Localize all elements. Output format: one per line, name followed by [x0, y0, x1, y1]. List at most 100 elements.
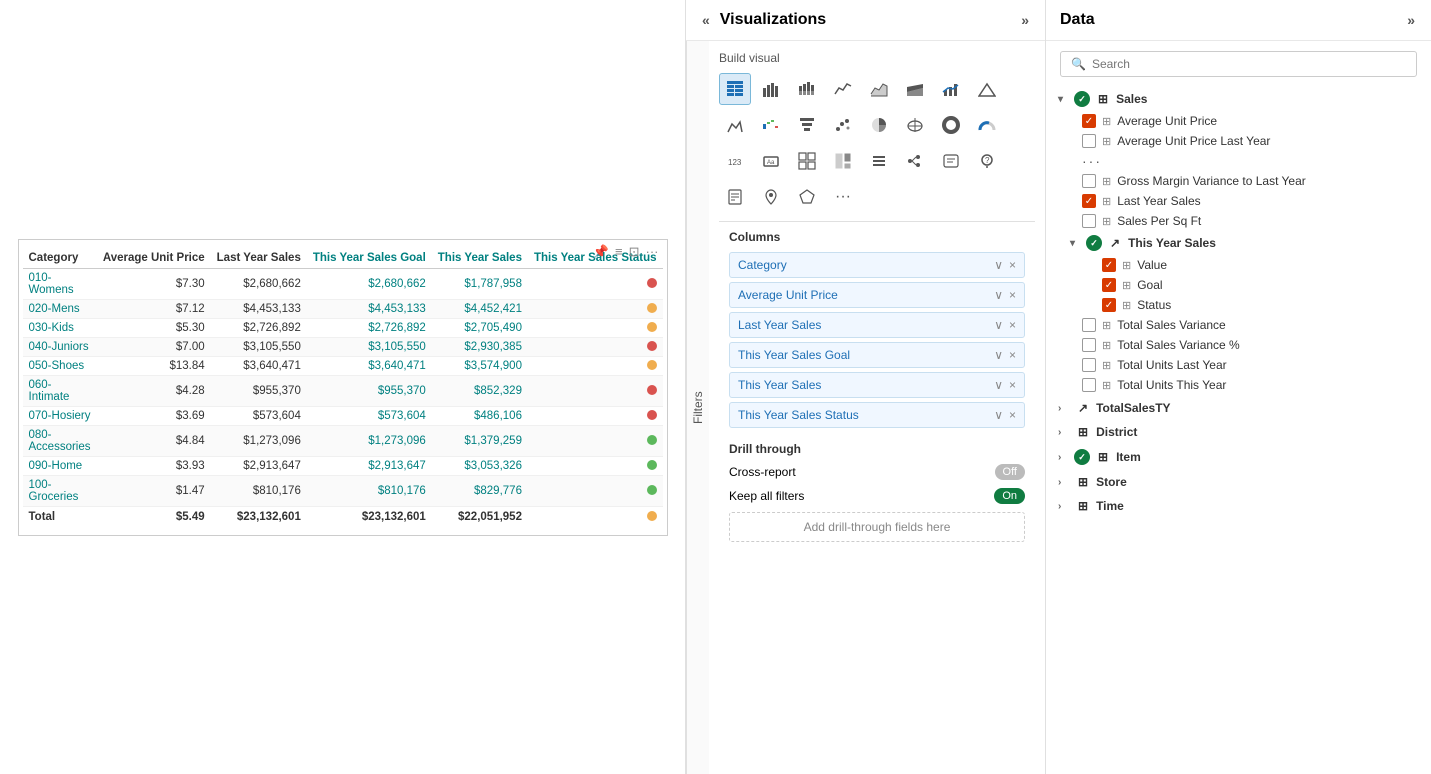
pin-icon[interactable]: 📌 [593, 244, 609, 260]
tree-item-avg-unit-price[interactable]: ✓ ⊞ Average Unit Price [1054, 111, 1423, 131]
chevron-down-icon[interactable]: ∨ [994, 378, 1003, 392]
funnel-icon[interactable] [791, 109, 823, 141]
district-header[interactable]: › ⊞ District [1054, 421, 1423, 443]
total-units-ty-checkbox[interactable] [1082, 378, 1096, 392]
goal-label: Goal [1137, 278, 1162, 292]
tree-item-status[interactable]: ✓ ⊞ Status [1054, 295, 1423, 315]
avg-unit-price-checkbox[interactable]: ✓ [1082, 114, 1096, 128]
store-header[interactable]: › ⊞ Store [1054, 471, 1423, 493]
field-pill[interactable]: This Year Sales Status ∨ × [729, 402, 1025, 428]
tree-item-goal[interactable]: ✓ ⊞ Goal [1054, 275, 1423, 295]
viz-collapse-arrow[interactable]: « [700, 10, 712, 30]
time-header[interactable]: › ⊞ Time [1054, 495, 1423, 517]
totalsalesty-trend-icon: ↗ [1078, 401, 1088, 415]
close-icon[interactable]: × [1009, 258, 1016, 272]
map-icon[interactable] [899, 109, 931, 141]
total-units-ty-label: Total Units This Year [1117, 378, 1226, 392]
tree-item-gross-margin[interactable]: ⊞ Gross Margin Variance to Last Year [1054, 171, 1423, 191]
total-sales-variance-pct-checkbox[interactable] [1082, 338, 1096, 352]
close-icon[interactable]: × [1009, 378, 1016, 392]
gross-margin-checkbox[interactable] [1082, 174, 1096, 188]
avg-unit-price-ly-checkbox[interactable] [1082, 134, 1096, 148]
mountain-chart-icon[interactable] [971, 73, 1003, 105]
cross-report-toggle[interactable]: Off [995, 464, 1025, 480]
more-visuals-icon[interactable]: ··· [827, 181, 859, 213]
search-input[interactable] [1092, 57, 1406, 71]
tree-item-total-sales-variance[interactable]: ⊞ Total Sales Variance [1054, 315, 1423, 335]
item-name: Item [1116, 450, 1141, 464]
tree-item-total-units-ly[interactable]: ⊞ Total Units Last Year [1054, 355, 1423, 375]
chevron-down-icon[interactable]: ∨ [994, 318, 1003, 332]
pie-chart-icon[interactable] [863, 109, 895, 141]
this-year-sales-header[interactable]: ▾ ✓ ↗ This Year Sales [1054, 231, 1423, 255]
cell-ty-sales-goal: $2,913,647 [307, 456, 432, 475]
stacked-area-icon[interactable] [899, 73, 931, 105]
keep-filters-toggle[interactable]: On [994, 488, 1025, 504]
viz-expand-arrow[interactable]: » [1019, 10, 1031, 30]
kpi-icon[interactable]: 123 [719, 145, 751, 177]
last-year-sales-checkbox[interactable]: ✓ [1082, 194, 1096, 208]
total-sales-variance-checkbox[interactable] [1082, 318, 1096, 332]
more-icon[interactable]: ··· [646, 244, 659, 260]
qna-icon[interactable]: ? [971, 145, 1003, 177]
shape-map-icon[interactable] [791, 181, 823, 213]
sales-per-sqft-icon: ⊞ [1102, 215, 1111, 228]
item-header[interactable]: › ✓ ⊞ Item [1054, 445, 1423, 469]
menu-icon[interactable]: ≡ [615, 244, 623, 260]
keep-filters-value[interactable]: On [994, 488, 1025, 504]
paginated-icon[interactable] [719, 181, 751, 213]
close-icon[interactable]: × [1009, 318, 1016, 332]
tree-item-total-sales-variance-pct[interactable]: ⊞ Total Sales Variance % [1054, 335, 1423, 355]
chevron-down-icon[interactable]: ∨ [994, 408, 1003, 422]
field-pill[interactable]: This Year Sales Goal ∨ × [729, 342, 1025, 368]
field-pill[interactable]: Category ∨ × [729, 252, 1025, 278]
expand-icon[interactable]: ⊡ [629, 244, 640, 260]
line-chart-icon[interactable] [827, 73, 859, 105]
totalsalesty-header[interactable]: › ↗ TotalSalesTY [1054, 397, 1423, 419]
azure-map-icon[interactable] [755, 181, 787, 213]
tree-item-value[interactable]: ✓ ⊞ Value [1054, 255, 1423, 275]
sales-per-sqft-checkbox[interactable] [1082, 214, 1096, 228]
tree-item-total-units-ty[interactable]: ⊞ Total Units This Year [1054, 375, 1423, 395]
stacked-bar-icon[interactable] [791, 73, 823, 105]
close-icon[interactable]: × [1009, 348, 1016, 362]
matrix-icon[interactable] [791, 145, 823, 177]
status-checkbox[interactable]: ✓ [1102, 298, 1116, 312]
close-icon[interactable]: × [1009, 288, 1016, 302]
cell-avg-unit-price: $7.00 [97, 337, 211, 356]
tree-item-avg-unit-price-ly[interactable]: ⊞ Average Unit Price Last Year [1054, 131, 1423, 151]
data-expand-arrow[interactable]: » [1405, 10, 1417, 30]
ribbon-chart-icon[interactable] [719, 109, 751, 141]
field-pill-actions: ∨ × [994, 408, 1016, 422]
slicer-icon[interactable] [863, 145, 895, 177]
narrative-icon[interactable] [935, 145, 967, 177]
cell-last-year-sales: $4,453,133 [211, 299, 307, 318]
total-units-ly-checkbox[interactable] [1082, 358, 1096, 372]
decomp-tree-icon[interactable] [899, 145, 931, 177]
treemap-icon[interactable] [827, 145, 859, 177]
bar-chart-icon[interactable] [755, 73, 787, 105]
area-chart-icon[interactable] [863, 73, 895, 105]
field-pill[interactable]: Last Year Sales ∨ × [729, 312, 1025, 338]
gauge-icon[interactable] [971, 109, 1003, 141]
table-viz-icon[interactable] [719, 73, 751, 105]
add-drill-field[interactable]: Add drill-through fields here [729, 512, 1025, 542]
close-icon[interactable]: × [1009, 408, 1016, 422]
field-pill[interactable]: Average Unit Price ∨ × [729, 282, 1025, 308]
tree-item-last-year-sales[interactable]: ✓ ⊞ Last Year Sales [1054, 191, 1423, 211]
scatter-icon[interactable] [827, 109, 859, 141]
chevron-down-icon[interactable]: ∨ [994, 348, 1003, 362]
goal-checkbox[interactable]: ✓ [1102, 278, 1116, 292]
filters-sidebar[interactable]: Filters [686, 41, 709, 774]
chevron-down-icon[interactable]: ∨ [994, 288, 1003, 302]
cross-report-value[interactable]: Off [995, 464, 1025, 480]
card-icon[interactable]: Aa [755, 145, 787, 177]
value-checkbox[interactable]: ✓ [1102, 258, 1116, 272]
chevron-down-icon[interactable]: ∨ [994, 258, 1003, 272]
combo-chart-icon[interactable] [935, 73, 967, 105]
waterfall-icon[interactable] [755, 109, 787, 141]
field-pill[interactable]: This Year Sales ∨ × [729, 372, 1025, 398]
tree-item-sales-per-sqft[interactable]: ⊞ Sales Per Sq Ft [1054, 211, 1423, 231]
tree-group-sales-header[interactable]: ▾ ✓ ⊞ Sales [1054, 87, 1423, 111]
donut-icon[interactable] [935, 109, 967, 141]
